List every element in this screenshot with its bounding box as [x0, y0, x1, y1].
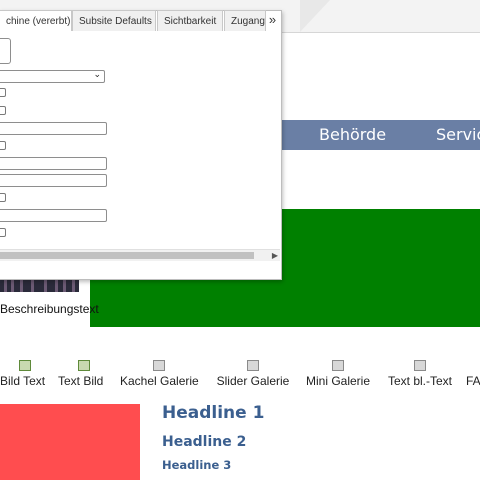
checkbox-4[interactable] [0, 193, 6, 202]
gallery-icon [247, 360, 259, 371]
properties-panel [0, 10, 282, 280]
headline-1: Headline 1 [162, 403, 265, 423]
widget-kachel-galerie[interactable]: Kachel Galerie [120, 360, 199, 390]
text-field-1[interactable] [0, 122, 107, 135]
select-field[interactable]: ⌄ [0, 69, 105, 83]
text-field-4[interactable] [0, 209, 107, 222]
headline-2: Headline 2 [162, 434, 247, 450]
tab-vererbt[interactable]: chine (vererbt) [0, 10, 72, 31]
widget-bild-text[interactable]: Bild Text [0, 360, 48, 390]
teaser-caption: Beschreibungstext [0, 302, 99, 316]
gallery-icon [332, 360, 344, 371]
horizontal-scrollbar[interactable]: ▶ [0, 249, 280, 261]
scroll-right-icon[interactable]: ▶ [272, 250, 278, 261]
textarea-field[interactable] [0, 38, 11, 64]
widget-mini-galerie[interactable]: Mini Galerie [303, 360, 373, 390]
widget-fa[interactable]: FA [466, 360, 480, 390]
chevron-down-icon: ⌄ [93, 69, 101, 79]
nav-item-service[interactable]: Servic [436, 120, 480, 150]
image-icon [78, 360, 90, 371]
teaser-image [0, 278, 79, 292]
text-field-2[interactable] [0, 157, 107, 170]
widget-text-bild[interactable]: Text Bild [58, 360, 106, 390]
tab-sichtbarkeit[interactable]: Sichtbarkeit [157, 10, 223, 31]
headline-3: Headline 3 [162, 458, 232, 472]
nav-item-behoerde[interactable]: Behörde [319, 120, 386, 150]
widget-slider-galerie[interactable]: Slider Galerie [214, 360, 292, 390]
toolbar-divider [300, 0, 330, 32]
text-field-3[interactable] [0, 174, 107, 187]
gallery-icon [153, 360, 165, 371]
tab-subsite-defaults[interactable]: Subsite Defaults [72, 10, 156, 31]
scrollbar-thumb[interactable] [0, 252, 254, 259]
checkbox-2[interactable] [0, 106, 6, 115]
checkbox-5[interactable] [0, 228, 6, 237]
content-image-placeholder [0, 404, 140, 480]
calendar-icon [414, 360, 426, 371]
checkbox-3[interactable] [0, 141, 6, 150]
widget-text-bl-text[interactable]: Text bl.-Text [384, 360, 456, 390]
image-icon [19, 360, 31, 371]
more-tabs-icon[interactable]: » [265, 10, 280, 31]
tab-zugang[interactable]: Zugang [224, 10, 266, 31]
checkbox-1[interactable] [0, 88, 6, 97]
